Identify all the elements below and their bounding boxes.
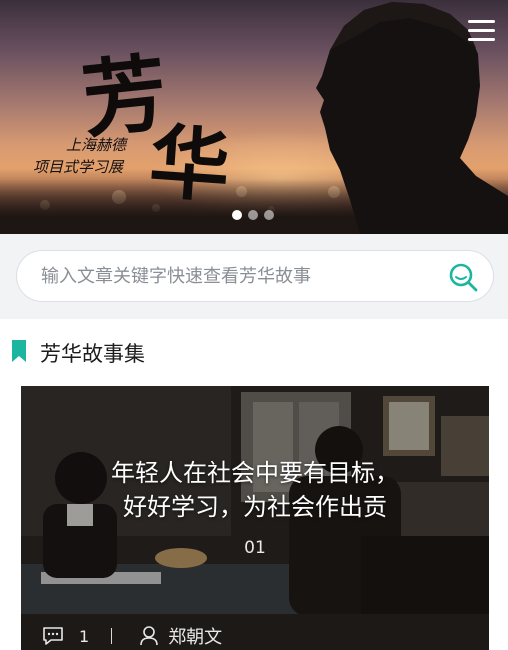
banner-subtitle: 项目式学习展 [33,158,124,176]
carousel-dot-active[interactable] [232,210,242,220]
banner-subtitle: 上海赫德 [66,136,127,154]
section-header: 芳华故事集 [0,334,508,370]
story-index: 01 [244,538,266,558]
carousel-dot[interactable] [264,210,274,220]
search-input[interactable] [41,251,431,301]
menu-bar [468,29,495,32]
carousel-dot[interactable] [248,210,258,220]
comment-count: 1 [79,626,90,646]
story-title-line: 好好学习，为社会作出贡 [123,493,387,521]
search-section [0,234,508,319]
hero-banner[interactable]: 芳 华 上海赫德 项目式学习展 [0,0,508,234]
user-icon [140,626,158,646]
section-title: 芳华故事集 [40,342,145,366]
bookmark-icon [12,340,26,362]
carousel-indicator [232,210,274,220]
meta-divider [111,628,113,644]
search-box[interactable] [16,250,494,302]
story-card[interactable]: 年轻人在社会中要有目标， 好好学习，为社会作出贡 01 1 郑朝文 [21,386,489,650]
story-meta: 1 郑朝文 [43,624,222,648]
banner-title-char: 华 [146,114,233,214]
story-author[interactable]: 郑朝文 [168,623,222,649]
story-title[interactable]: 年轻人在社会中要有目标， 好好学习，为社会作出贡 [21,456,489,524]
story-title-line: 年轻人在社会中要有目标， [111,459,399,487]
menu-bar [468,20,495,23]
menu-bar [468,38,495,41]
menu-icon[interactable] [468,20,495,44]
search-icon[interactable] [447,261,479,293]
comment-icon[interactable] [43,627,63,645]
